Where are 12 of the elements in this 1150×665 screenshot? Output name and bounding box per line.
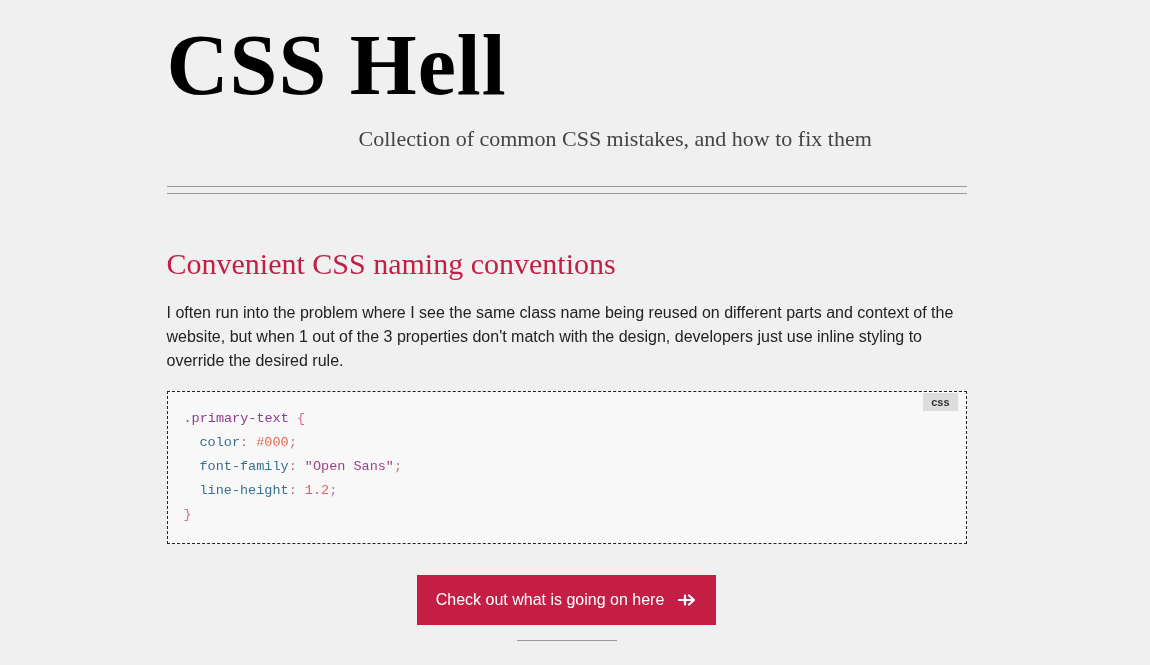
code-line: } [183, 506, 192, 524]
language-label: css [923, 393, 958, 411]
article-heading: Convenient CSS naming conventions [166, 246, 616, 282]
arrow-icon [678, 594, 697, 606]
article-paragraph: I often run into the problem where I see the same class name being reused on different parts and context of the website, but when 1 out of the 3 properties don't match with the design, developers just use inline styling to override the desired rule. [166, 303, 955, 371]
code-line: color: #000; [199, 434, 297, 452]
code-line: line-height: 1.2; [199, 482, 338, 500]
site-title: CSS Hell [166, 22, 507, 108]
code-line: .primary-text { [183, 410, 306, 428]
cta-button[interactable]: Check out what is going on here [416, 575, 717, 625]
site-tagline: Collection of common CSS mistakes, and how to fix them [358, 126, 872, 153]
code-line: font-family: "Open Sans"; [199, 458, 403, 476]
